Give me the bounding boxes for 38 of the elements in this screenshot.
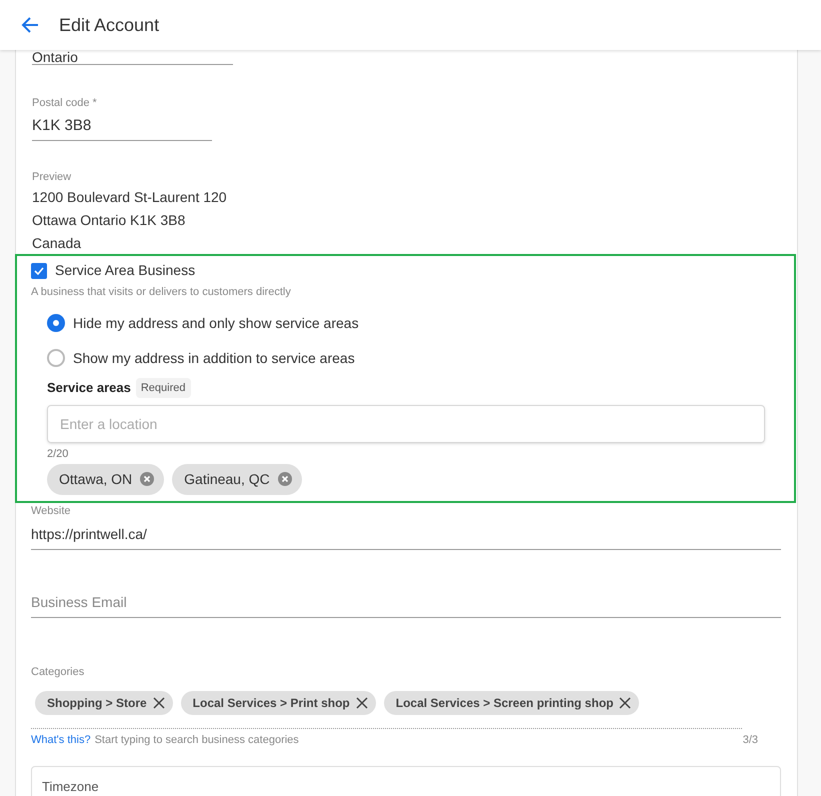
preview-line: Ottawa Ontario K1K 3B8 [32, 210, 186, 230]
radio-label: Hide my address and only show service areas [73, 314, 359, 333]
radio-button[interactable] [47, 349, 65, 367]
radio-label: Show my address in addition to service areas [73, 348, 355, 368]
business-email-field[interactable]: Business Email [31, 592, 781, 618]
preview-label: Preview [32, 170, 72, 185]
website-field[interactable]: Website https://printwell.ca/ [31, 503, 781, 550]
category-chip[interactable]: Local Services > Print shop [180, 691, 376, 715]
section-label: Service areas [47, 379, 131, 397]
province-field[interactable]: Ontario [32, 50, 233, 65]
check-icon [33, 264, 45, 276]
area-count: 2/20 [47, 447, 70, 462]
preview-line: 1200 Boulevard St-Laurent 120 [32, 188, 228, 206]
category-chip[interactable]: Shopping > Store [35, 691, 173, 715]
close-icon[interactable] [356, 697, 368, 709]
categories-hint: Start typing to search business categories [94, 733, 299, 748]
timezone-label: Timezone [42, 778, 99, 794]
checkbox[interactable] [31, 262, 47, 278]
area-chip[interactable]: Ottawa, ON [47, 464, 164, 494]
postal-code-field[interactable]: Postal code * K1K 3B8 [32, 95, 212, 141]
categories-label: Categories [31, 664, 86, 680]
categories-count: 3/3 [742, 733, 758, 748]
required-badge: Required [136, 378, 190, 398]
area-chip[interactable]: Gatineau, QC [172, 464, 302, 494]
checkbox-label: Service Area Business [55, 261, 196, 280]
close-icon[interactable] [152, 697, 165, 709]
preview-line: Canada [32, 234, 82, 252]
description: A business that visits or delivers to customers directly [31, 285, 292, 300]
remove-icon[interactable] [140, 472, 154, 486]
whats-this-link[interactable]: What's this? [31, 732, 91, 748]
page-title: Edit Account [59, 14, 160, 36]
radio-button[interactable] [47, 314, 65, 332]
back-arrow-icon[interactable] [21, 16, 39, 34]
close-icon[interactable] [619, 697, 632, 709]
category-chip[interactable]: Local Services > Screen printing shop [384, 691, 640, 715]
remove-icon[interactable] [278, 472, 292, 486]
timezone-field[interactable]: Timezone [31, 766, 781, 796]
location-input[interactable]: Enter a location [47, 405, 765, 443]
